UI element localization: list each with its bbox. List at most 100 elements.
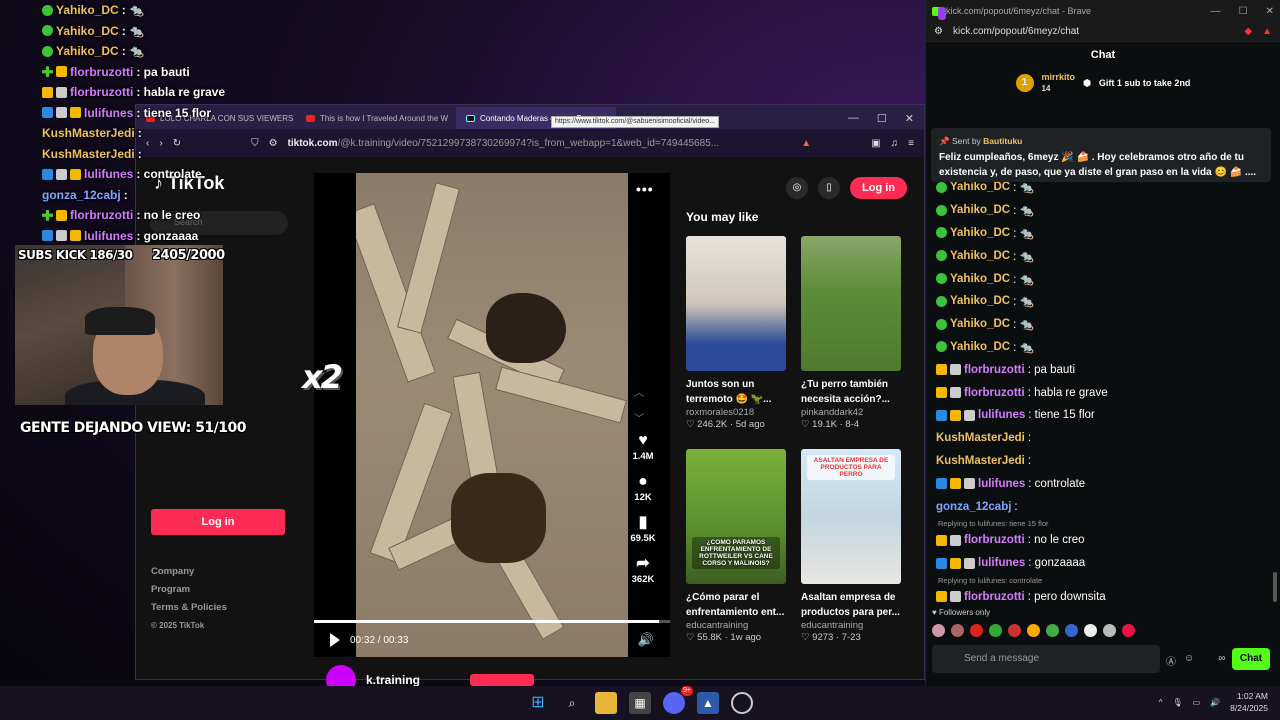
- emote[interactable]: [1065, 624, 1078, 637]
- chat-username[interactable]: Yahiko_DC: [950, 250, 1010, 262]
- comment-icon[interactable]: ●: [626, 472, 660, 492]
- footer-company[interactable]: Company: [151, 563, 227, 581]
- chat-username[interactable]: Yahiko_DC: [950, 181, 1010, 193]
- pinned-message[interactable]: 📌 Sent by Bautituku Feliz cumpleaños, 6m…: [931, 128, 1271, 182]
- discord-icon[interactable]: 9+: [663, 686, 693, 714]
- chat-message[interactable]: florbruzotti: pa bauti: [936, 358, 1266, 381]
- chat-username[interactable]: lulifunes: [978, 478, 1025, 490]
- rec-card-4[interactable]: ASALTAN EMPRESA DE PRODUCTOS PARA PERRO …: [801, 449, 901, 643]
- chat-username[interactable]: KushMasterJedi: [936, 432, 1025, 444]
- chevron-up-icon[interactable]: ^: [1159, 698, 1163, 707]
- emote[interactable]: [951, 624, 964, 637]
- chat-message[interactable]: Yahiko_DC: 🐀: [936, 244, 1266, 267]
- bookmark-icon[interactable]: ▮: [626, 513, 660, 533]
- infinity-icon[interactable]: ∞: [1218, 653, 1225, 668]
- mic-icon[interactable]: [938, 7, 946, 20]
- reply-context[interactable]: Replying to lulifunes: controlate: [936, 575, 1266, 586]
- emote[interactable]: [1046, 624, 1059, 637]
- compass-icon[interactable]: ◎: [786, 177, 808, 199]
- heart-icon[interactable]: ♥: [626, 431, 660, 451]
- brave-shield-icon[interactable]: ▲: [801, 138, 811, 149]
- emote[interactable]: [932, 624, 945, 637]
- chat-scrollbar[interactable]: [1273, 572, 1277, 602]
- volume-icon[interactable]: 🔊: [638, 632, 654, 648]
- emote[interactable]: [1122, 624, 1135, 637]
- chat-username[interactable]: florbruzotti: [964, 591, 1025, 603]
- rec-card-3[interactable]: ¿COMO PARAMOS ENFRENTAMIENTO DE ROTTWEIL…: [686, 449, 786, 643]
- emote[interactable]: [989, 624, 1002, 637]
- gifter-name[interactable]: mirrkito: [1042, 72, 1076, 82]
- chat-message[interactable]: florbruzotti: no le creo: [936, 529, 1266, 552]
- menu-icon[interactable]: ≡: [908, 138, 914, 149]
- tab-travel[interactable]: This is how I Traveled Around the W: [296, 107, 456, 129]
- url-field[interactable]: tiktok.com/@k.training/video/75212997387…: [288, 138, 792, 149]
- minimize-icon[interactable]: —: [848, 112, 859, 124]
- chat-username[interactable]: lulifunes: [978, 557, 1025, 569]
- footer-program[interactable]: Program: [151, 581, 227, 599]
- reply-context[interactable]: Replying to lulifunes: tiene 15 flor: [936, 518, 1266, 529]
- chat-username[interactable]: KushMasterJedi: [936, 455, 1025, 467]
- windows-start-icon[interactable]: ⊞: [527, 692, 549, 714]
- follow-button[interactable]: [470, 674, 535, 686]
- chat-message[interactable]: florbruzotti: pero downsita: [936, 586, 1266, 609]
- share-icon[interactable]: ➦: [626, 554, 660, 574]
- network-icon[interactable]: ▭: [1193, 698, 1201, 707]
- brave-shield-icon[interactable]: ◆: [1244, 26, 1252, 37]
- chevron-up-icon[interactable]: ︿: [634, 381, 644, 407]
- emote[interactable]: [970, 624, 983, 637]
- chat-send-button[interactable]: Chat: [1232, 648, 1270, 670]
- clock[interactable]: 1:02 AM 8/24/2025: [1230, 690, 1268, 714]
- chat-input[interactable]: Send a message: [932, 645, 1160, 673]
- volume-icon[interactable]: 🔊: [1210, 698, 1220, 707]
- play-icon[interactable]: [330, 633, 340, 647]
- chat-message[interactable]: Yahiko_DC: 🐀: [936, 290, 1266, 313]
- phone-icon[interactable]: ▯: [818, 177, 840, 199]
- chat-message[interactable]: Yahiko_DC: 🐀: [936, 313, 1266, 336]
- chat-username[interactable]: florbruzotti: [964, 387, 1025, 399]
- emoji-icon[interactable]: ☺: [1184, 653, 1194, 668]
- emote[interactable]: [1103, 624, 1116, 637]
- translate-icon[interactable]: Ⓐ: [1166, 653, 1176, 668]
- pinned-sender[interactable]: Bautituku: [983, 136, 1022, 146]
- chat-username[interactable]: gonza_12cabj: [936, 501, 1011, 513]
- minimize-icon[interactable]: —: [1211, 6, 1221, 17]
- chat-username[interactable]: Yahiko_DC: [950, 295, 1010, 307]
- chat-username[interactable]: florbruzotti: [964, 534, 1025, 546]
- creator-name[interactable]: k.training: [366, 673, 420, 687]
- chat-message[interactable]: Yahiko_DC: 🐀: [936, 336, 1266, 359]
- kick-url[interactable]: kick.com/popout/6meyz/chat: [953, 26, 1079, 37]
- login-button-top[interactable]: Log in: [850, 177, 907, 199]
- video-player[interactable]: 00:32 / 00:33 🔊: [314, 173, 670, 657]
- close-icon[interactable]: ✕: [1266, 6, 1274, 17]
- brave-rewards-icon[interactable]: ▲: [1262, 26, 1272, 37]
- chat-message[interactable]: KushMasterJedi:: [936, 427, 1266, 450]
- chat-message[interactable]: Yahiko_DC: 🐀: [936, 199, 1266, 222]
- chat-username[interactable]: Yahiko_DC: [950, 273, 1010, 285]
- chat-message[interactable]: lulifunes: gonzaaaa: [936, 552, 1266, 575]
- emote[interactable]: [1084, 624, 1097, 637]
- rec-card-1[interactable]: Juntos son un terremoto 🤩 🦖... roxmorale…: [686, 236, 786, 430]
- emote[interactable]: [1027, 624, 1040, 637]
- chat-username[interactable]: florbruzotti: [964, 364, 1025, 376]
- chat-username[interactable]: Yahiko_DC: [950, 341, 1010, 353]
- chevron-down-icon[interactable]: ﹀: [634, 407, 644, 433]
- chat-message[interactable]: Yahiko_DC: 🐀: [936, 222, 1266, 245]
- close-icon[interactable]: ✕: [905, 112, 914, 125]
- more-icon[interactable]: •••: [636, 181, 654, 197]
- app-icon[interactable]: ▲: [697, 692, 719, 714]
- rec-card-2[interactable]: ¿Tu perro también necesita acción?... pi…: [801, 236, 901, 430]
- gift-sub-cta[interactable]: Gift 1 sub to take 2nd: [1099, 78, 1191, 88]
- extensions-icon[interactable]: ▣: [871, 138, 880, 149]
- chat-message[interactable]: Yahiko_DC: 🐀: [936, 267, 1266, 290]
- search-icon[interactable]: ⌕: [561, 692, 583, 714]
- file-explorer-icon[interactable]: [595, 692, 617, 714]
- chat-message[interactable]: florbruzotti: habla re grave: [936, 381, 1266, 404]
- chat-message[interactable]: gonza_12cabj:: [936, 495, 1266, 518]
- maximize-icon[interactable]: ☐: [1239, 6, 1248, 17]
- chat-username[interactable]: Yahiko_DC: [950, 318, 1010, 330]
- store-icon[interactable]: ▦: [629, 692, 651, 714]
- chat-message[interactable]: KushMasterJedi:: [936, 450, 1266, 473]
- chat-username[interactable]: Yahiko_DC: [950, 227, 1010, 239]
- emote[interactable]: [1008, 624, 1021, 637]
- footer-terms[interactable]: Terms & Policies: [151, 599, 227, 617]
